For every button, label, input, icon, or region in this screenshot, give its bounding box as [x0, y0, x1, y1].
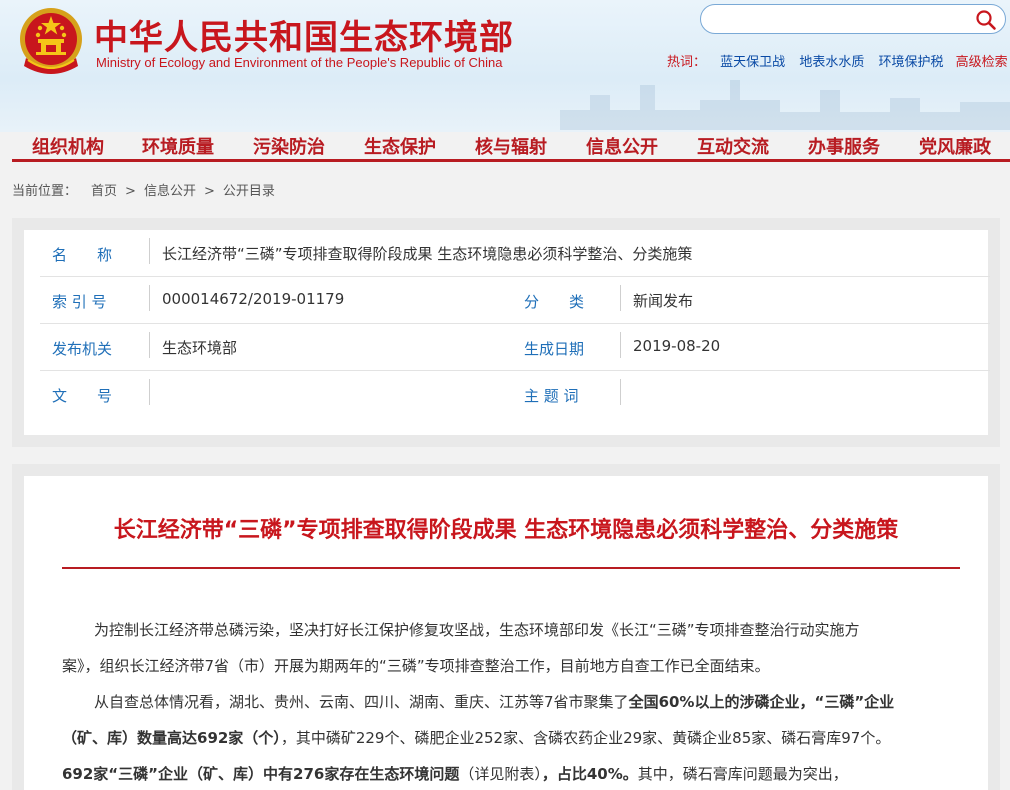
nav-item-organization[interactable]: 组织机构 [32, 133, 104, 159]
site-title: 中华人民共和国生态环境部 [94, 18, 514, 58]
nav-item-nuclear[interactable]: 核与辐射 [475, 133, 547, 159]
site-subtitle: Ministry of Ecology and Environment of t… [96, 55, 503, 70]
nav-item-pollution[interactable]: 污染防治 [253, 133, 325, 159]
bold-text-run: （矿、库）数量高达692家（个） [62, 729, 281, 747]
divider [149, 238, 150, 264]
paragraph-line: 692家“三磷”企业（矿、库）中有276家存在生态环境问题（详见附表），占比40… [62, 756, 962, 790]
text-run: （详见附表） [459, 765, 542, 783]
search-input[interactable] [715, 9, 965, 29]
hotword-link[interactable]: 蓝天保卫战 [720, 55, 785, 70]
hotword-link[interactable]: 地表水水质 [799, 55, 864, 70]
nav-item-interaction[interactable]: 互动交流 [697, 133, 769, 159]
breadcrumb-separator: > [125, 184, 136, 199]
title-divider [62, 567, 960, 569]
nav-item-environment[interactable]: 环境质量 [142, 133, 214, 159]
name-label: 名 称 [52, 246, 113, 264]
breadcrumb: 当前位置： 首页 > 信息公开 > 公开目录 [12, 180, 275, 199]
divider [149, 379, 150, 405]
document-info-table: 名 称 长江经济带“三磷”专项排查取得阶段成果 生态环境隐患必须科学整治、分类施… [24, 230, 990, 435]
breadcrumb-separator: > [203, 184, 215, 199]
info-row-index: 索 引 号 000014672/2019-01179 分 类 新闻发布 [40, 277, 990, 324]
article-body: 长江经济带“三磷”专项排查取得阶段成果 生态环境隐患必须科学整治、分类施策 为控… [24, 476, 988, 790]
info-row-org: 发布机关 生态环境部 生成日期 2019-08-20 [40, 324, 990, 371]
site-header: 中华人民共和国生态环境部 Ministry of Ecology and Env… [0, 0, 1010, 132]
text-run: ，其中磷矿229个、磷肥企业252家、含磷农药企业29家、黄磷企业85家、磷石膏… [280, 729, 891, 747]
index-label: 索 引 号 [52, 293, 107, 311]
search-icon[interactable] [975, 9, 997, 31]
paragraph: 为控制长江经济带总磷污染，坚决打好长江保护修复攻坚战，生态环境部印发《长江“三磷… [62, 612, 962, 684]
national-emblem-icon [20, 8, 82, 74]
skyline-decoration [560, 80, 1010, 130]
bold-text-run: ，占比40%。 [541, 765, 638, 783]
divider [149, 285, 150, 311]
name-value: 长江经济带“三磷”专项排查取得阶段成果 生态环境隐患必须科学整治、分类施策 [162, 245, 693, 263]
breadcrumb-info-disclosure[interactable]: 信息公开 [144, 184, 196, 199]
info-row-name: 名 称 长江经济带“三磷”专项排查取得阶段成果 生态环境隐患必须科学整治、分类施… [40, 230, 990, 277]
nav-item-ecology[interactable]: 生态保护 [364, 133, 436, 159]
divider [620, 379, 621, 405]
divider [149, 332, 150, 358]
divider [620, 285, 621, 311]
article-panel: 长江经济带“三磷”专项排查取得阶段成果 生态环境隐患必须科学整治、分类施策 为控… [12, 464, 1000, 790]
hotword-link[interactable]: 环境保护税 [878, 55, 943, 70]
category-label: 分 类 [524, 293, 585, 311]
divider [620, 332, 621, 358]
text-run: 从自查总体情况看，湖北、贵州、云南、四川、湖南、重庆、江苏等7省市聚集了 [94, 693, 629, 711]
nav-item-info-disclosure[interactable]: 信息公开 [586, 133, 658, 159]
breadcrumb-home[interactable]: 首页 [91, 184, 117, 199]
paragraph-line: 案》，组织长江经济带7省（市）开展为期两年的“三磷”专项排查整治工作，目前地方自… [62, 657, 770, 675]
keywords-label: 主 题 词 [524, 387, 579, 405]
docno-label: 文 号 [52, 387, 113, 405]
paragraph-line: （矿、库）数量高达692家（个），其中磷矿229个、磷肥企业252家、含磷农药企… [62, 720, 962, 756]
index-value: 000014672/2019-01179 [162, 290, 345, 308]
document-info-panel: 名 称 长江经济带“三磷”专项排查取得阶段成果 生态环境隐患必须科学整治、分类施… [12, 218, 1000, 447]
date-value: 2019-08-20 [633, 337, 721, 355]
breadcrumb-catalog[interactable]: 公开目录 [223, 184, 275, 199]
nav-item-services[interactable]: 办事服务 [808, 133, 880, 159]
main-nav: 组织机构 环境质量 污染防治 生态保护 核与辐射 信息公开 互动交流 办事服务 … [12, 132, 1010, 162]
paragraph-line: 为控制长江经济带总磷污染，坚决打好长江保护修复攻坚战，生态环境部印发《长江“三磷… [94, 621, 860, 639]
org-label: 发布机关 [52, 340, 113, 358]
date-label: 生成日期 [524, 340, 585, 358]
breadcrumb-label: 当前位置： [12, 184, 78, 199]
info-row-docno: 文 号 主 题 词 [40, 371, 990, 418]
category-value: 新闻发布 [633, 292, 694, 310]
paragraph: 从自查总体情况看，湖北、贵州、云南、四川、湖南、重庆、江苏等7省市聚集了全国60… [62, 684, 962, 790]
search-box [700, 4, 1006, 34]
nav-item-party[interactable]: 党风廉政 [919, 133, 991, 159]
hotwords-label: 热词： [667, 55, 707, 70]
article-title: 长江经济带“三磷”专项排查取得阶段成果 生态环境隐患必须科学整治、分类施策 [113, 518, 899, 543]
text-run: 其中，磷石膏库问题最为突出， [637, 765, 848, 783]
paragraph-line: 从自查总体情况看，湖北、贵州、云南、四川、湖南、重庆、江苏等7省市聚集了全国60… [62, 684, 962, 720]
bold-text-run: 692家“三磷”企业（矿、库）中有276家存在生态环境问题 [62, 765, 460, 783]
advanced-search-link[interactable]: 高级检索 [956, 55, 1008, 70]
org-value: 生态环境部 [162, 339, 238, 357]
bold-text-run: 全国60%以上的涉磷企业，“三磷”企业 [628, 693, 895, 711]
hotwords-bar: 热词： 蓝天保卫战 地表水水质 环境保护税 高级检索 [667, 51, 1008, 70]
